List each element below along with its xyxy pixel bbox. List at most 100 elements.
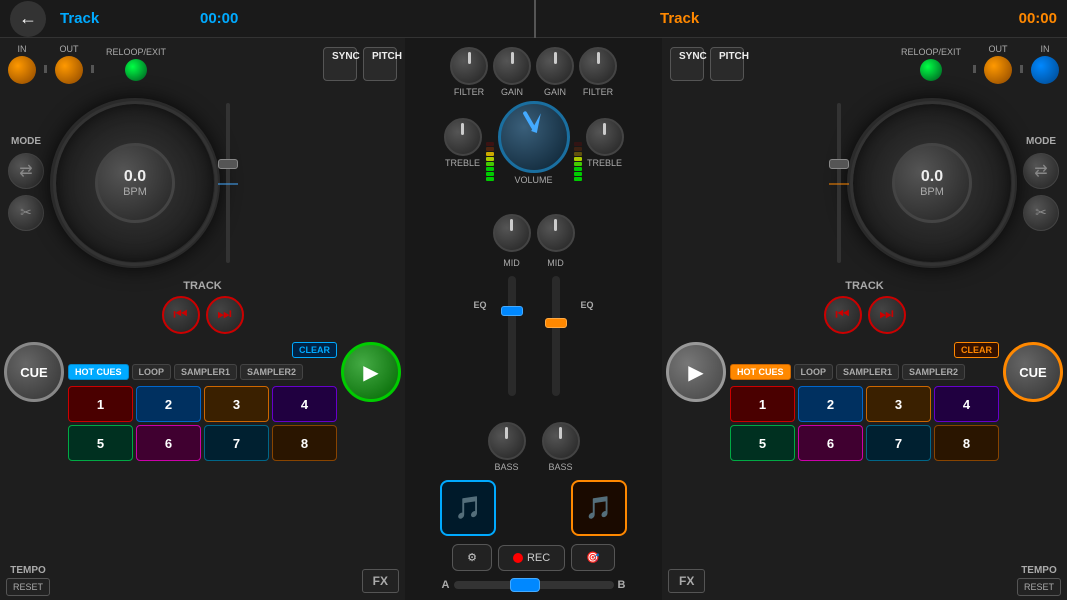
left-sync-btn[interactable]: SYNC <box>323 47 357 81</box>
left-load-btn[interactable]: 🎵 <box>440 480 496 536</box>
left-mode-icon-2[interactable]: ✂ <box>8 195 44 231</box>
right-bass-label: BASS <box>548 462 572 472</box>
right-cue-btn[interactable]: CUE <box>1003 342 1063 402</box>
right-pad-7[interactable]: 7 <box>866 425 931 461</box>
right-clear-btn[interactable]: CLEAR <box>954 342 999 358</box>
left-track-label: TRACK <box>8 280 397 292</box>
right-pad-1[interactable]: 1 <box>730 386 795 422</box>
crossfader-section: A B <box>407 575 660 595</box>
left-pads-row1: 1 2 3 4 <box>68 386 337 422</box>
mixer-bottom-controls: ⚙ REC 🎯 <box>407 540 660 575</box>
left-mid-knob[interactable] <box>493 214 531 252</box>
right-pitch-btn[interactable]: PITCH <box>710 47 744 81</box>
left-pad-5[interactable]: 5 <box>68 425 133 461</box>
time-label-left: 00:00 <box>200 10 238 27</box>
left-pad-1[interactable]: 1 <box>68 386 133 422</box>
right-eq-meter <box>574 106 582 181</box>
right-pad-8[interactable]: 8 <box>934 425 999 461</box>
volume-knob[interactable] <box>498 101 570 173</box>
left-treble-knob[interactable] <box>444 118 482 156</box>
left-loop-tab[interactable]: LOOP <box>132 364 172 380</box>
right-reloop-label: RELOOP/EXIT <box>901 47 961 57</box>
right-mode-icon-1[interactable]: ⇄ <box>1023 153 1059 189</box>
crossfader-handle[interactable] <box>510 578 540 592</box>
left-mode-icon-1[interactable]: ⇄ <box>8 153 44 189</box>
left-pad-6[interactable]: 6 <box>136 425 201 461</box>
left-sampler2-tab[interactable]: SAMPLER2 <box>240 364 303 380</box>
left-pad-3[interactable]: 3 <box>204 386 269 422</box>
right-out-knob[interactable] <box>984 56 1012 84</box>
left-cue-btn[interactable]: CUE <box>4 342 64 402</box>
settings-btn[interactable]: ⚙ <box>452 544 492 571</box>
back-button[interactable]: ← <box>10 1 46 37</box>
left-out-knob[interactable] <box>55 56 83 84</box>
right-out-label: OUT <box>989 44 1008 54</box>
left-fx-btn[interactable]: FX <box>362 569 399 593</box>
right-prev-btn[interactable]: ⏮ <box>824 296 862 334</box>
right-filter-label: FILTER <box>583 87 613 97</box>
right-reloop-knob[interactable] <box>920 59 942 81</box>
right-sampler1-tab[interactable]: SAMPLER1 <box>836 364 899 380</box>
left-pitch-btn[interactable]: PITCH <box>363 47 397 81</box>
left-pad-2[interactable]: 2 <box>136 386 201 422</box>
rec-btn[interactable]: REC <box>498 545 565 571</box>
left-in-knob[interactable] <box>8 56 36 84</box>
right-io-row: IN OUT RELOOP/EXIT PITCH SYNC <box>662 38 1067 88</box>
right-pad-2[interactable]: 2 <box>798 386 863 422</box>
right-pad-6[interactable]: 6 <box>798 425 863 461</box>
left-pad-4[interactable]: 4 <box>272 386 337 422</box>
right-mode-icon-2[interactable]: ✂ <box>1023 195 1059 231</box>
left-pad-8[interactable]: 8 <box>272 425 337 461</box>
right-gain-knob[interactable] <box>536 47 574 85</box>
left-hotcues-tab[interactable]: HOT CUES <box>68 364 129 380</box>
right-in-knob[interactable] <box>1031 56 1059 84</box>
mixer-panel: FILTER GAIN GAIN FILTER TREBLE <box>405 38 662 600</box>
left-sampler1-tab[interactable]: SAMPLER1 <box>174 364 237 380</box>
left-tempo-label: TEMPO <box>10 565 46 576</box>
right-sync-btn[interactable]: SYNC <box>670 47 704 81</box>
left-deck: IN OUT RELOOP/EXIT SYNC PITCH <box>0 38 405 600</box>
left-next-btn[interactable]: ⏭ <box>206 296 244 334</box>
right-load-btn[interactable]: 🎵 <box>571 480 627 536</box>
left-reloop-knob[interactable] <box>125 59 147 81</box>
right-pad-5[interactable]: 5 <box>730 425 795 461</box>
rec-dot <box>513 553 523 563</box>
right-pads-row1: 1 2 3 4 <box>730 386 999 422</box>
left-bass-label: BASS <box>494 462 518 472</box>
right-jog-wheel[interactable]: 0.0 BPM <box>847 98 1017 268</box>
right-track-btn-row: ⏮ ⏭ <box>670 292 1059 338</box>
right-next-btn[interactable]: ⏭ <box>868 296 906 334</box>
left-mid-label: MID <box>503 258 520 268</box>
right-treble-label: TREBLE <box>587 158 622 168</box>
left-track-btn-row: ⏮ ⏭ <box>8 292 397 338</box>
left-jog-wheel[interactable]: 0.0 BPM <box>50 98 220 268</box>
volume-needle <box>531 112 543 133</box>
right-treble-knob[interactable] <box>586 118 624 156</box>
headphone-btn[interactable]: 🎯 <box>571 544 615 571</box>
right-fx-btn[interactable]: FX <box>668 569 705 593</box>
right-hotcues-tab[interactable]: HOT CUES <box>730 364 791 380</box>
right-jog-area: 0.0 BPM <box>847 90 1017 276</box>
left-pad-7[interactable]: 7 <box>204 425 269 461</box>
right-pad-4[interactable]: 4 <box>934 386 999 422</box>
left-jog-area: 0.0 BPM <box>50 90 220 276</box>
left-gain-knob[interactable] <box>493 47 531 85</box>
right-reset-btn[interactable]: RESET <box>1017 578 1061 596</box>
left-eq-label: EQ <box>473 300 486 310</box>
right-filter-knob[interactable] <box>579 47 617 85</box>
left-filter-knob[interactable] <box>450 47 488 85</box>
left-reset-btn[interactable]: RESET <box>6 578 50 596</box>
right-sampler2-tab[interactable]: SAMPLER2 <box>902 364 965 380</box>
right-eq-label: EQ <box>581 300 594 310</box>
left-play-btn[interactable]: ▶ <box>341 342 401 402</box>
right-pad-3[interactable]: 3 <box>866 386 931 422</box>
crossfader-track[interactable] <box>454 581 614 589</box>
right-tabs-row: CLEAR <box>730 342 999 358</box>
right-mid-knob[interactable] <box>537 214 575 252</box>
left-prev-btn[interactable]: ⏮ <box>162 296 200 334</box>
left-clear-btn[interactable]: CLEAR <box>292 342 337 358</box>
left-bass-knob[interactable] <box>488 422 526 460</box>
right-play-btn[interactable]: ▶ <box>666 342 726 402</box>
right-loop-tab[interactable]: LOOP <box>794 364 834 380</box>
right-bass-knob[interactable] <box>542 422 580 460</box>
